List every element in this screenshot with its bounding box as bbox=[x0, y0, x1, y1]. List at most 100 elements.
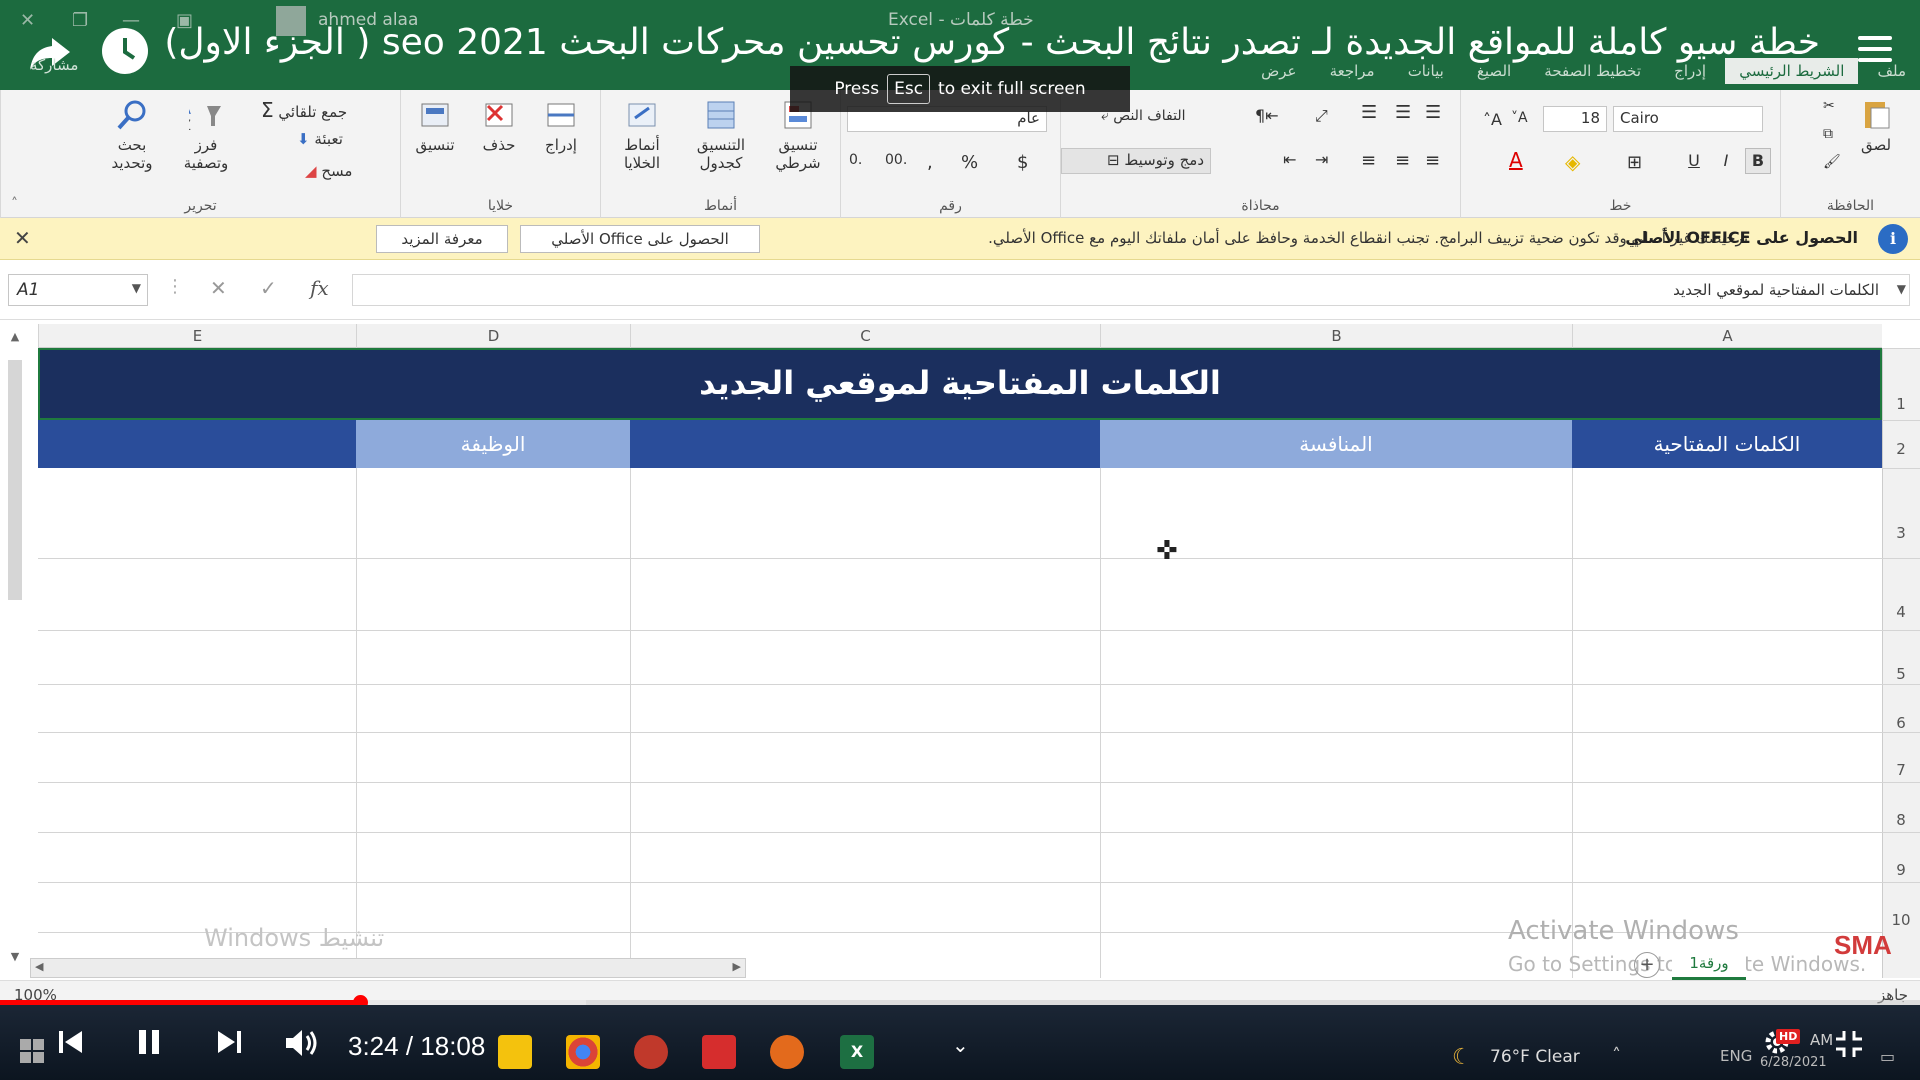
orientation-icon[interactable]: ⤢ bbox=[1315, 106, 1328, 126]
column-header-a[interactable]: A bbox=[1572, 324, 1882, 348]
chrome-icon[interactable] bbox=[566, 1035, 600, 1069]
column-header-e[interactable]: E bbox=[38, 324, 356, 348]
align-right-icon[interactable]: ≡ bbox=[1425, 150, 1440, 171]
formula-input[interactable]: الكلمات المفتاحية لموقعي الجديد bbox=[352, 274, 1910, 306]
currency-icon[interactable]: $ bbox=[1017, 152, 1028, 173]
share-label[interactable]: مشاركة bbox=[30, 56, 78, 74]
sort-filter-button[interactable]: AZ فرز وتصفية bbox=[171, 98, 241, 172]
shrink-font-icon[interactable]: A˅ bbox=[1511, 110, 1528, 126]
font-color-icon[interactable]: A bbox=[1509, 148, 1523, 172]
paste-button[interactable]: لصق bbox=[1851, 98, 1901, 154]
merge-center-button[interactable]: دمج وتوسيط ⊟ bbox=[1061, 148, 1211, 174]
tab-review[interactable]: مراجعة bbox=[1316, 58, 1389, 84]
header-cell-e[interactable] bbox=[38, 420, 356, 468]
cancel-icon[interactable]: ✕ bbox=[210, 276, 227, 300]
previous-icon[interactable] bbox=[56, 1027, 86, 1057]
row-header-2[interactable]: 2 bbox=[1882, 420, 1920, 468]
language-indicator[interactable]: ENG bbox=[1720, 1047, 1752, 1065]
format-as-table-button[interactable]: التنسيق كجدول bbox=[681, 98, 761, 172]
merged-title-cell[interactable]: الكلمات المفتاحية لموقعي الجديد bbox=[38, 348, 1882, 420]
increase-decimal-icon[interactable]: .00 bbox=[885, 152, 907, 168]
underline-button[interactable]: U bbox=[1681, 148, 1707, 174]
chevron-down-icon[interactable]: ▼ bbox=[132, 281, 141, 295]
cell-styles-button[interactable]: أنماط الخلايا bbox=[605, 98, 679, 172]
scroll-thumb[interactable] bbox=[8, 360, 22, 600]
vertical-scrollbar[interactable]: ▲ ▼ bbox=[4, 330, 26, 970]
row-header-5[interactable]: 5 bbox=[1882, 630, 1920, 684]
percent-icon[interactable]: % bbox=[961, 152, 978, 173]
sticky-notes-icon[interactable] bbox=[498, 1035, 532, 1069]
row-header-6[interactable]: 6 bbox=[1882, 684, 1920, 732]
learn-more-button[interactable]: معرفة المزيد bbox=[376, 225, 508, 253]
row-header-7[interactable]: 7 bbox=[1882, 732, 1920, 782]
fill-color-icon[interactable]: ◈ bbox=[1565, 150, 1580, 174]
pause-icon[interactable] bbox=[134, 1027, 164, 1057]
find-select-button[interactable]: بحث وتحديد bbox=[97, 98, 167, 172]
horizontal-scrollbar[interactable]: ◀ ▶ bbox=[30, 958, 746, 978]
more-options-icon[interactable]: ⋮ bbox=[166, 276, 184, 297]
cut-icon[interactable]: ✂ bbox=[1823, 98, 1835, 114]
tab-formulas[interactable]: الصيغ bbox=[1463, 58, 1525, 84]
sheet-tab[interactable]: ورقة1 bbox=[1672, 950, 1746, 980]
decrease-indent-icon[interactable]: ⇤ bbox=[1283, 150, 1296, 169]
tab-insert[interactable]: إدراج bbox=[1660, 58, 1720, 84]
tab-view[interactable]: عرض bbox=[1247, 58, 1310, 84]
header-cell-a[interactable]: الكلمات المفتاحية bbox=[1572, 420, 1882, 468]
align-middle-icon[interactable]: ☰ bbox=[1395, 102, 1411, 123]
expand-formula-icon[interactable]: ▼ bbox=[1897, 282, 1906, 296]
comma-style-icon[interactable]: , bbox=[927, 152, 933, 173]
tab-page-layout[interactable]: تخطيط الصفحة bbox=[1530, 58, 1655, 84]
name-box[interactable]: A1 ▼ bbox=[8, 274, 148, 306]
excel-taskbar-icon[interactable]: X bbox=[840, 1035, 874, 1069]
volume-icon[interactable] bbox=[284, 1027, 320, 1059]
restore-icon[interactable]: ❐ bbox=[72, 10, 88, 31]
scroll-right-icon[interactable]: ▶ bbox=[733, 960, 741, 973]
bold-button[interactable]: B bbox=[1745, 148, 1771, 174]
collapse-ribbon-icon[interactable]: ˄ bbox=[11, 196, 18, 212]
increase-indent-icon[interactable]: ⇥ bbox=[1315, 150, 1328, 169]
close-icon[interactable]: ✕ bbox=[14, 226, 31, 250]
clear-button[interactable]: مسح ◢ bbox=[305, 162, 352, 180]
windows-start-icon[interactable] bbox=[18, 1037, 46, 1065]
scroll-left-icon[interactable]: ◀ bbox=[35, 960, 43, 973]
format-cells-button[interactable]: تنسيق bbox=[405, 98, 465, 154]
recorder-icon[interactable] bbox=[702, 1035, 736, 1069]
row-header-1[interactable]: 1 bbox=[1882, 348, 1920, 420]
column-header-c[interactable]: C bbox=[630, 324, 1100, 348]
insert-cells-button[interactable]: إدراج bbox=[531, 98, 591, 154]
row-header-4[interactable]: 4 bbox=[1882, 558, 1920, 630]
get-office-button[interactable]: الحصول على Office الأصلي bbox=[520, 225, 760, 253]
row-header-3[interactable]: 3 bbox=[1882, 468, 1920, 558]
header-cell-b[interactable]: المنافسة bbox=[1100, 420, 1572, 468]
font-name-select[interactable]: Cairo bbox=[1613, 106, 1763, 132]
decrease-decimal-icon[interactable]: .0 bbox=[849, 152, 862, 168]
borders-icon[interactable]: ⊞ bbox=[1627, 152, 1642, 173]
header-cell-c[interactable] bbox=[630, 420, 1100, 468]
next-icon[interactable] bbox=[214, 1027, 244, 1057]
format-painter-icon[interactable]: 🖌 bbox=[1823, 154, 1841, 170]
app-icon[interactable] bbox=[634, 1035, 668, 1069]
autosum-button[interactable]: جمع تلقائي Σ bbox=[261, 98, 347, 122]
scroll-up-icon[interactable]: ▲ bbox=[8, 330, 22, 344]
column-header-b[interactable]: B bbox=[1100, 324, 1572, 348]
tab-home[interactable]: الشريط الرئيسي bbox=[1725, 58, 1859, 84]
row-header-8[interactable]: 8 bbox=[1882, 782, 1920, 832]
watch-later-icon[interactable] bbox=[102, 28, 148, 74]
tab-file[interactable]: ملف bbox=[1863, 58, 1920, 84]
close-window-icon[interactable]: ✕ bbox=[20, 10, 35, 31]
font-size-select[interactable]: 18 bbox=[1543, 106, 1607, 132]
delete-cells-button[interactable]: حذف bbox=[469, 98, 529, 154]
fill-button[interactable]: تعبئة ⬇ bbox=[297, 130, 343, 148]
cell-grid[interactable]: الكلمات المفتاحية لموقعي الجديد الوظيفة … bbox=[38, 348, 1882, 978]
tray-chevron-icon[interactable]: ˄ bbox=[1612, 1045, 1621, 1066]
column-header-d[interactable]: D bbox=[356, 324, 630, 348]
align-center-icon[interactable]: ≡ bbox=[1395, 150, 1410, 171]
weather-text[interactable]: 76°F Clear bbox=[1490, 1047, 1580, 1067]
grow-font-icon[interactable]: A˄ bbox=[1483, 110, 1502, 129]
notifications-icon[interactable]: ▭ bbox=[1880, 1047, 1895, 1066]
row-header-9[interactable]: 9 bbox=[1882, 832, 1920, 882]
tab-data[interactable]: بيانات bbox=[1394, 58, 1458, 84]
rtl-direction-icon[interactable]: ⇤¶ bbox=[1255, 106, 1279, 125]
enter-icon[interactable]: ✓ bbox=[260, 276, 277, 300]
align-top-icon[interactable]: ☰ bbox=[1361, 102, 1377, 123]
